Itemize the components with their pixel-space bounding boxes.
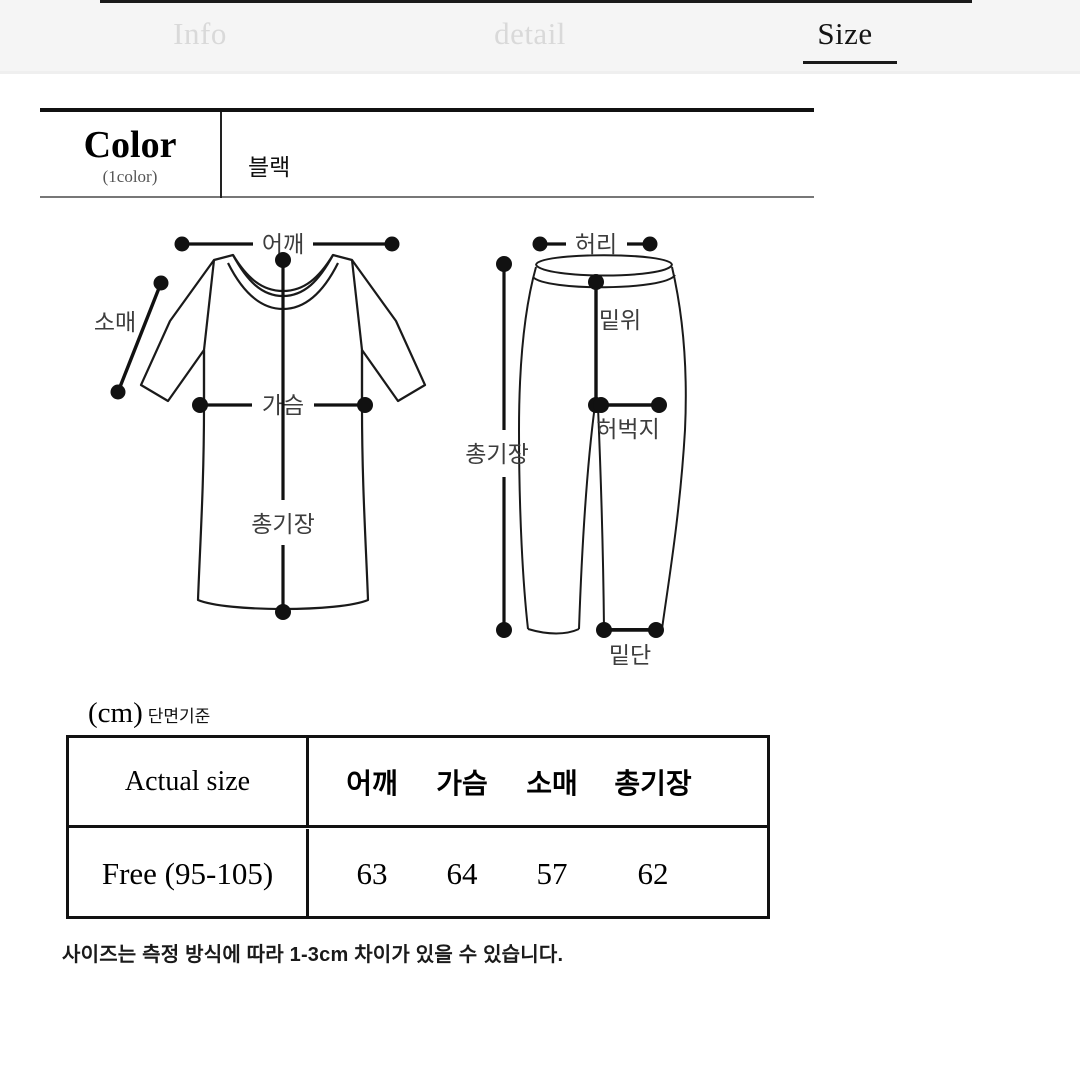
table-row: Free (95-105) 63 64 57 62 [69,829,767,919]
measure-dot [496,256,512,272]
color-title: Color [83,124,177,166]
size-disclaimer-note: 사이즈는 측정 방식에 따라 1-3cm 차이가 있을 수 있습니다. [62,944,564,966]
size-table: Actual size 어깨 가슴 소매 총기장 Free (95-105) 6… [66,735,770,919]
header-cell-chest: 가슴 [436,767,488,799]
measure-dot [642,236,658,252]
tab-size-active-underline [803,61,897,64]
measure-dot [384,236,400,252]
label-thigh: 허벅지 [596,416,659,442]
measure-dot [532,236,548,252]
measure-dot [192,397,208,413]
color-table: Color (1color) 블랙 [40,108,814,198]
measure-sleeve [116,282,163,393]
measure-dot [275,604,291,620]
row-label-free: Free (95-105) [69,829,309,919]
measure-dot [110,384,126,400]
color-value: 블랙 [248,154,291,180]
measure-dot [275,252,291,268]
table-body-cells: 63 64 57 62 [309,829,767,919]
label-sleeve: 소매 [94,309,136,335]
measure-dot [593,397,609,413]
header-cell-sleeve: 소매 [526,767,578,799]
size-unit: (cm) [88,697,143,729]
measure-dot [357,397,373,413]
label-waist: 허리 [575,231,617,257]
measure-dot [153,275,169,291]
tabbar-top-rule [100,0,972,3]
measurement-diagrams: 어깨 소매 가슴 총기장 허리 밑위 허벅지 총기장 밑단 [0,215,1080,685]
header-actual-size: Actual size [124,765,251,797]
label-rise: 밑위 [599,307,641,333]
label-top-length: 총기장 [251,511,314,537]
header-cell-length: 총기장 [614,767,692,799]
cell-shoulder-value: 63 [356,856,388,891]
label-bottom-length: 총기장 [465,441,528,467]
tab-detail[interactable]: detail [440,14,620,54]
color-table-header-cell: Color (1color) [40,112,222,198]
table-header-label: Actual size [69,738,309,825]
size-unit-note: 단면기준 [147,707,211,726]
cell-chest-value: 64 [446,856,478,891]
measure-dot [588,274,604,290]
tab-info[interactable]: Info [110,14,290,54]
measure-dot [596,622,612,638]
color-subtitle: (1color) [102,167,158,186]
section-tabbar: Info detail Size [0,0,1080,74]
size-unit-line: (cm) 단면기준 [88,697,210,730]
table-header-cells: 어깨 가슴 소매 총기장 [309,738,767,825]
cell-length-value: 62 [637,856,669,891]
table-header-row: Actual size 어깨 가슴 소매 총기장 [69,738,767,828]
measure-dot [648,622,664,638]
measure-dot [174,236,190,252]
label-hem: 밑단 [609,642,651,668]
measure-dot [496,622,512,638]
cell-sleeve-value: 57 [536,856,568,891]
tab-size[interactable]: Size [760,14,930,54]
measure-dot [651,397,667,413]
header-cell-shoulder: 어깨 [346,767,398,799]
